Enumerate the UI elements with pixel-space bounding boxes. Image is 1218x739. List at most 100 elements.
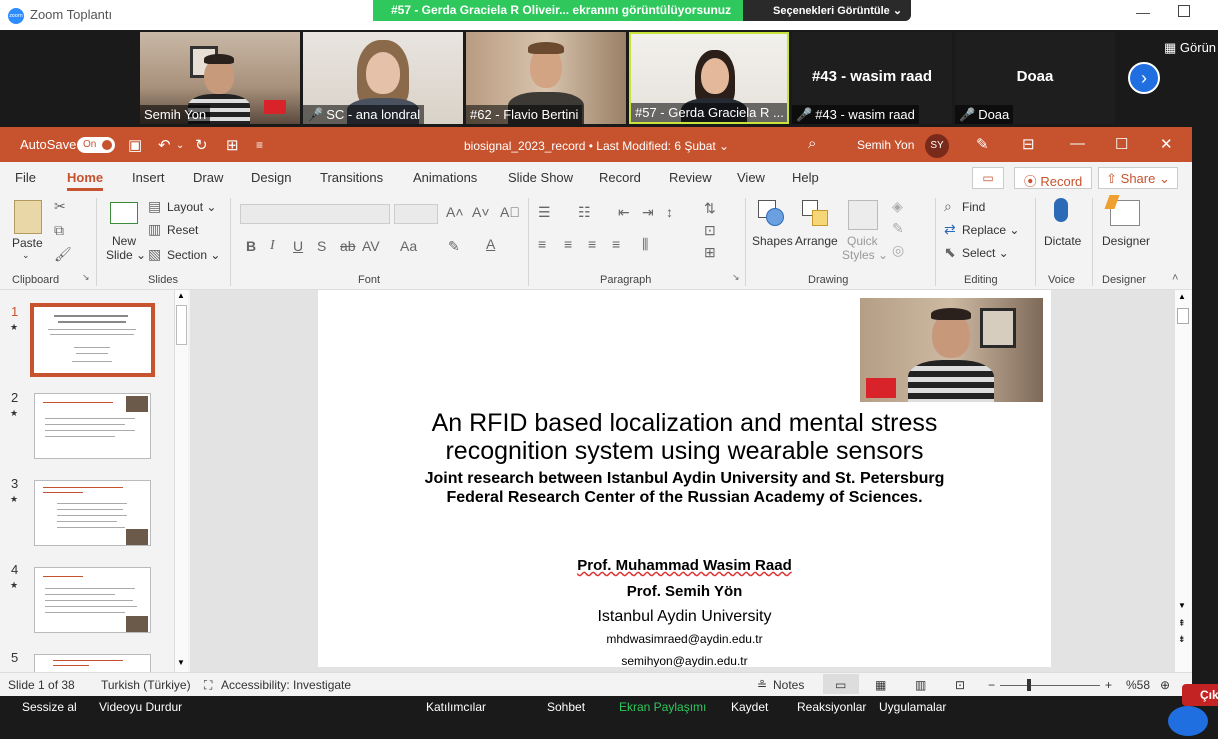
dialog-launcher-icon[interactable]: ↘ <box>732 272 740 283</box>
participants-button[interactable]: Katılımcılar <box>426 700 486 714</box>
numbering-icon[interactable]: ☷ <box>578 204 591 221</box>
format-painter-icon[interactable]: 🖌 <box>54 246 72 263</box>
designer-icon[interactable] <box>1104 195 1140 226</box>
reset-icon[interactable]: ▥ <box>148 221 161 238</box>
slide-vertical-scrollbar[interactable]: ▲ ▼ ⇞ ⇟ <box>1175 290 1191 672</box>
bullets-icon[interactable]: ☰ <box>538 204 551 221</box>
bold-icon[interactable]: B <box>246 238 256 254</box>
participant-tile[interactable]: Doaa 🎤 Doaa <box>955 32 1115 124</box>
present-icon[interactable]: ⊞ <box>226 136 239 154</box>
notes-button[interactable]: Notes <box>773 678 804 692</box>
participant-tile[interactable]: Semih Yon <box>140 32 300 124</box>
slide-thumbnail-3[interactable] <box>34 480 151 546</box>
arrange-icon[interactable] <box>802 200 830 228</box>
find-button[interactable]: Find <box>962 200 985 214</box>
participant-tile[interactable]: 🎤 SC - ana londral <box>303 32 463 124</box>
ribbon-display-icon[interactable]: ⊟ <box>1022 135 1035 153</box>
chat-button[interactable]: Sohbet <box>547 700 585 714</box>
accessibility-icon[interactable]: ⛶ <box>204 678 212 693</box>
increase-font-icon[interactable]: A˄ <box>446 204 464 220</box>
select-button[interactable]: Select ⌄ <box>962 246 1009 260</box>
section-button[interactable]: Section ⌄ <box>167 248 220 262</box>
layout-button[interactable]: Layout ⌄ <box>167 200 216 214</box>
slide-thumbnail-5[interactable] <box>34 654 151 672</box>
redo-icon[interactable]: ↻ <box>195 136 208 154</box>
replace-icon[interactable]: ⇄ <box>944 221 956 238</box>
tab-help[interactable]: Help <box>792 170 819 185</box>
dictate-button[interactable]: Dictate <box>1044 234 1081 248</box>
next-page-icon[interactable]: › <box>1128 62 1160 94</box>
tab-design[interactable]: Design <box>251 170 291 185</box>
strikethrough-icon[interactable]: ab <box>340 238 356 254</box>
shape-effects-icon[interactable]: ◎ <box>892 242 904 259</box>
slide-canvas[interactable]: An RFID based localization and mental st… <box>318 290 1051 667</box>
microphone-icon[interactable] <box>1054 198 1068 222</box>
tab-animations[interactable]: Animations <box>413 170 477 185</box>
layout-icon[interactable]: ▤ <box>148 198 161 215</box>
find-icon[interactable]: ⌕ <box>944 198 952 215</box>
cut-icon[interactable]: ✂ <box>54 198 66 215</box>
shadow-icon[interactable]: S <box>317 238 326 254</box>
slide-thumbnail-4[interactable] <box>34 567 151 633</box>
scroll-up-icon[interactable]: ▲ <box>177 291 185 300</box>
record-button[interactable]: Kaydet <box>731 700 768 714</box>
font-size-dropdown[interactable] <box>394 204 438 224</box>
customize-toolbar-icon[interactable]: ≡ <box>256 138 263 152</box>
zoom-slider[interactable] <box>1000 685 1100 686</box>
pen-icon[interactable]: ✎ <box>976 135 989 153</box>
autosave-toggle[interactable]: On <box>77 137 115 153</box>
apps-button[interactable]: Uygulamalar <box>879 700 946 714</box>
close-icon[interactable]: ✕ <box>1160 135 1173 153</box>
participant-tile[interactable]: #62 - Flavio Bertini <box>466 32 626 124</box>
new-slide-label[interactable]: New <box>112 234 136 248</box>
notes-icon[interactable]: ≗ <box>757 678 767 692</box>
search-icon[interactable]: ⌕ <box>808 135 816 152</box>
reading-view-icon[interactable]: ▥ <box>915 678 926 692</box>
previous-slide-icon[interactable]: ⇞ <box>1178 618 1186 629</box>
quick-styles-label[interactable]: Quick <box>847 234 878 248</box>
leave-button[interactable]: Çık <box>1182 684 1218 706</box>
select-icon[interactable]: ⬉ <box>944 244 956 261</box>
font-color-icon[interactable]: A <box>486 236 495 252</box>
shape-fill-icon[interactable]: ◈ <box>892 198 903 215</box>
shape-outline-icon[interactable]: ✎ <box>892 220 904 237</box>
text-direction-icon[interactable]: ⇅ <box>704 200 716 217</box>
record-button[interactable]: ⦿ Record <box>1014 167 1092 189</box>
justify-icon[interactable]: ≡ <box>612 236 620 252</box>
decrease-font-icon[interactable]: A˅ <box>472 204 490 220</box>
scrollbar-thumb[interactable] <box>176 305 187 345</box>
paste-dropdown-icon[interactable]: ⌄ <box>22 250 30 261</box>
quick-styles-icon[interactable] <box>848 200 878 230</box>
collapse-ribbon-icon[interactable]: ˄ <box>1172 272 1178 284</box>
thumbnails-scrollbar[interactable]: ▲ ▼ <box>174 290 188 672</box>
smartart-icon[interactable]: ⊞ <box>704 244 716 261</box>
minimize-icon[interactable]: — <box>1070 135 1085 152</box>
decrease-indent-icon[interactable]: ⇤ <box>618 204 630 221</box>
new-slide-dropdown[interactable]: Slide ⌄ <box>106 248 146 262</box>
new-slide-icon[interactable] <box>110 202 138 224</box>
slide-thumbnail-1[interactable] <box>30 303 155 377</box>
undo-icon[interactable]: ↶ <box>158 136 171 154</box>
scroll-down-icon[interactable]: ▼ <box>1178 601 1186 610</box>
floating-control[interactable] <box>1168 706 1208 736</box>
columns-icon[interactable]: ⫼ <box>642 236 648 253</box>
zoom-in-icon[interactable]: + <box>1105 678 1112 692</box>
align-left-icon[interactable]: ≡ <box>538 236 546 252</box>
dialog-launcher-icon[interactable]: ↘ <box>82 272 90 283</box>
line-spacing-icon[interactable]: ↕ <box>666 204 673 220</box>
maximize-icon[interactable]: ☐ <box>1115 135 1128 153</box>
replace-button[interactable]: Replace ⌄ <box>962 223 1019 237</box>
arrange-button[interactable]: Arrange <box>795 234 838 248</box>
align-right-icon[interactable]: ≡ <box>588 236 596 252</box>
tab-view[interactable]: View <box>737 170 765 185</box>
scroll-down-icon[interactable]: ▼ <box>177 658 185 667</box>
view-button[interactable]: ▦ Görün <box>1164 40 1216 56</box>
user-avatar[interactable]: SY <box>925 134 949 158</box>
shapes-icon[interactable] <box>758 200 784 228</box>
character-spacing-icon[interactable]: AV <box>362 238 380 254</box>
italic-icon[interactable]: I <box>270 238 275 254</box>
language-indicator[interactable]: Turkish (Türkiye) <box>101 678 191 692</box>
view-options-button[interactable]: Seçenekleri Görüntüle ⌄ <box>743 0 911 21</box>
paste-button[interactable]: Paste <box>12 236 43 250</box>
quick-styles-dropdown[interactable]: Styles ⌄ <box>842 248 888 262</box>
